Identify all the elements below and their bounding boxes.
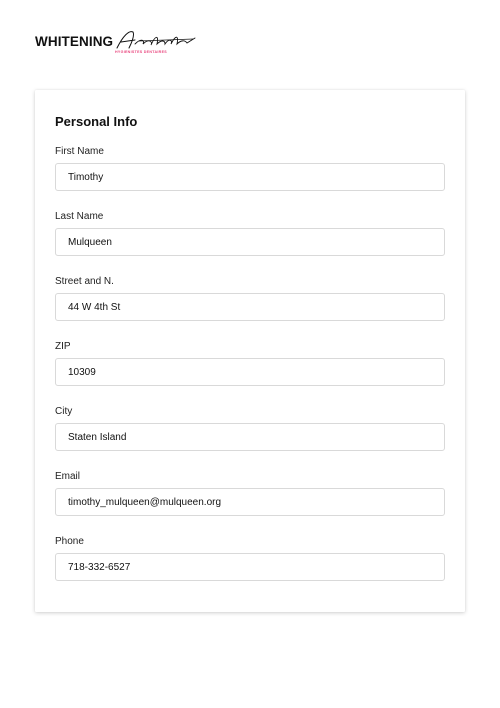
last-name-field: Last Name	[55, 210, 445, 256]
brand-script-logo	[116, 31, 196, 49]
street-input[interactable]	[55, 293, 445, 321]
email-field: Email	[55, 470, 445, 516]
section-title: Personal Info	[55, 114, 138, 129]
zip-input[interactable]	[55, 358, 445, 386]
last-name-input[interactable]	[55, 228, 445, 256]
email-label: Email	[55, 471, 81, 482]
phone-label: Phone	[55, 536, 84, 547]
brand-tagline: HYGIENISTES DENTAIRES	[115, 50, 167, 54]
zip-field: ZIP	[55, 340, 445, 386]
first-name-field: First Name	[55, 145, 445, 191]
first-name-label: First Name	[55, 146, 104, 157]
city-field: City	[55, 405, 445, 451]
city-input[interactable]	[55, 423, 445, 451]
phone-field: Phone	[55, 535, 445, 581]
phone-input[interactable]	[55, 553, 445, 581]
street-field: Street and N.	[55, 275, 445, 321]
page: WHITENING HYGIENISTES DENTAIRES Personal…	[0, 0, 500, 708]
email-input[interactable]	[55, 488, 445, 516]
zip-label: ZIP	[55, 341, 71, 352]
first-name-input[interactable]	[55, 163, 445, 191]
brand-name: WHITENING	[35, 34, 114, 49]
brand-logo: WHITENING HYGIENISTES DENTAIRES	[35, 30, 196, 60]
personal-info-card: Personal Info First Name Last Name Stree…	[35, 90, 465, 612]
street-label: Street and N.	[55, 276, 114, 287]
city-label: City	[55, 406, 73, 417]
last-name-label: Last Name	[55, 211, 104, 222]
